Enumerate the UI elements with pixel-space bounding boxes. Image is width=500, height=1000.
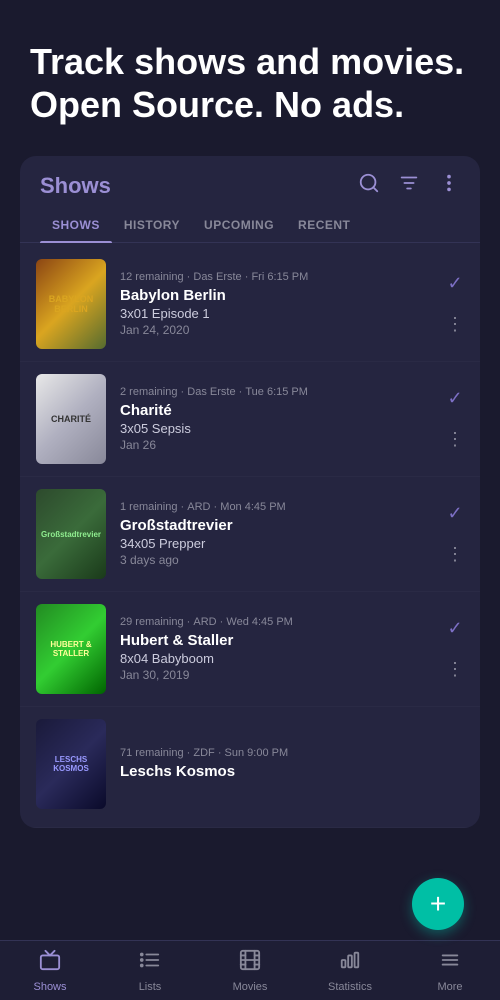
show-meta: 2 remaining · Das Erste · Tue 6:15 PM	[120, 386, 438, 398]
show-actions: ✓ ⋮	[446, 273, 464, 335]
fab-add-button[interactable]: +	[412, 878, 464, 930]
show-meta: 71 remaining · ZDF · Sun 9:00 PM	[120, 747, 464, 759]
check-icon[interactable]: ✓	[447, 503, 462, 524]
list-item: LESCHS KOSMOS 71 remaining · ZDF · Sun 9…	[20, 707, 480, 828]
tab-shows[interactable]: SHOWS	[40, 208, 112, 242]
show-name: Babylon Berlin	[120, 287, 438, 304]
show-meta: 12 remaining · Das Erste · Fri 6:15 PM	[120, 271, 438, 283]
list-item: CHARITÉ 2 remaining · Das Erste · Tue 6:…	[20, 362, 480, 477]
show-name: Leschs Kosmos	[120, 763, 464, 780]
show-actions: ✓ ⋮	[446, 388, 464, 450]
show-poster: BABYLONBERLIN	[36, 259, 106, 349]
show-name: Hubert & Staller	[120, 632, 438, 649]
nav-label-more: More	[437, 981, 462, 993]
movie-icon	[239, 949, 261, 977]
show-actions: ✓ ⋮	[446, 618, 464, 680]
card-header-icons	[358, 172, 460, 200]
show-more-icon[interactable]: ⋮	[446, 544, 464, 565]
show-info: 1 remaining · ARD · Mon 4:45 PM Großstad…	[120, 501, 438, 567]
check-icon[interactable]: ✓	[447, 618, 462, 639]
search-icon[interactable]	[358, 172, 380, 200]
tab-history[interactable]: HISTORY	[112, 208, 192, 242]
nav-label-lists: Lists	[139, 981, 162, 993]
statistics-icon	[339, 949, 361, 977]
nav-item-statistics[interactable]: Statistics	[300, 949, 400, 993]
show-name: Charité	[120, 402, 438, 419]
bottom-nav: Shows Lists	[0, 940, 500, 1000]
show-episode: 8x04 Babyboom	[120, 651, 438, 666]
app-card: Shows	[20, 156, 480, 828]
show-name: Großstadtrevier	[120, 517, 438, 534]
show-date: Jan 26	[120, 438, 438, 452]
more-horiz-icon	[439, 949, 461, 977]
show-more-icon[interactable]: ⋮	[446, 659, 464, 680]
show-info: 29 remaining · ARD · Wed 4:45 PM Hubert …	[120, 616, 438, 682]
show-date: 3 days ago	[120, 553, 438, 567]
show-episode: 3x05 Sepsis	[120, 421, 438, 436]
list-item: Großstadt­revier 1 remaining · ARD · Mon…	[20, 477, 480, 592]
show-episode: 3x01 Episode 1	[120, 306, 438, 321]
card-title: Shows	[40, 173, 111, 199]
show-more-icon[interactable]: ⋮	[446, 429, 464, 450]
filter-icon[interactable]	[398, 172, 420, 200]
tabs-bar: SHOWS HISTORY UPCOMING RECENT	[20, 208, 480, 243]
show-more-icon[interactable]: ⋮	[446, 314, 464, 335]
overflow-menu-icon[interactable]	[438, 172, 460, 200]
nav-item-shows[interactable]: Shows	[0, 949, 100, 993]
show-actions: ✓ ⋮	[446, 503, 464, 565]
show-list: BABYLONBERLIN 12 remaining · Das Erste ·…	[20, 247, 480, 828]
nav-item-movies[interactable]: Movies	[200, 949, 300, 993]
nav-item-more[interactable]: More	[400, 949, 500, 993]
list-icon	[139, 949, 161, 977]
tv-icon	[39, 949, 61, 977]
nav-label-movies: Movies	[233, 981, 268, 993]
tab-recent[interactable]: RECENT	[286, 208, 362, 242]
hero-section: Track shows and movies. Open Source. No …	[0, 0, 500, 156]
show-episode: 34x05 Prepper	[120, 536, 438, 551]
card-header: Shows	[20, 156, 480, 208]
show-poster: HUBERT & STALLER	[36, 604, 106, 694]
show-info: 12 remaining · Das Erste · Fri 6:15 PM B…	[120, 271, 438, 337]
show-poster: Großstadt­revier	[36, 489, 106, 579]
show-date: Jan 24, 2020	[120, 323, 438, 337]
check-icon[interactable]: ✓	[447, 273, 462, 294]
show-meta: 1 remaining · ARD · Mon 4:45 PM	[120, 501, 438, 513]
show-poster: LESCHS KOSMOS	[36, 719, 106, 809]
show-date: Jan 30, 2019	[120, 668, 438, 682]
hero-title: Track shows and movies. Open Source. No …	[30, 40, 470, 126]
show-info: 71 remaining · ZDF · Sun 9:00 PM Leschs …	[120, 747, 464, 782]
list-item: HUBERT & STALLER 29 remaining · ARD · We…	[20, 592, 480, 707]
nav-label-statistics: Statistics	[328, 981, 372, 993]
list-item: BABYLONBERLIN 12 remaining · Das Erste ·…	[20, 247, 480, 362]
nav-label-shows: Shows	[33, 981, 66, 993]
show-info: 2 remaining · Das Erste · Tue 6:15 PM Ch…	[120, 386, 438, 452]
show-meta: 29 remaining · ARD · Wed 4:45 PM	[120, 616, 438, 628]
check-icon[interactable]: ✓	[447, 388, 462, 409]
nav-item-lists[interactable]: Lists	[100, 949, 200, 993]
show-poster: CHARITÉ	[36, 374, 106, 464]
tab-upcoming[interactable]: UPCOMING	[192, 208, 286, 242]
